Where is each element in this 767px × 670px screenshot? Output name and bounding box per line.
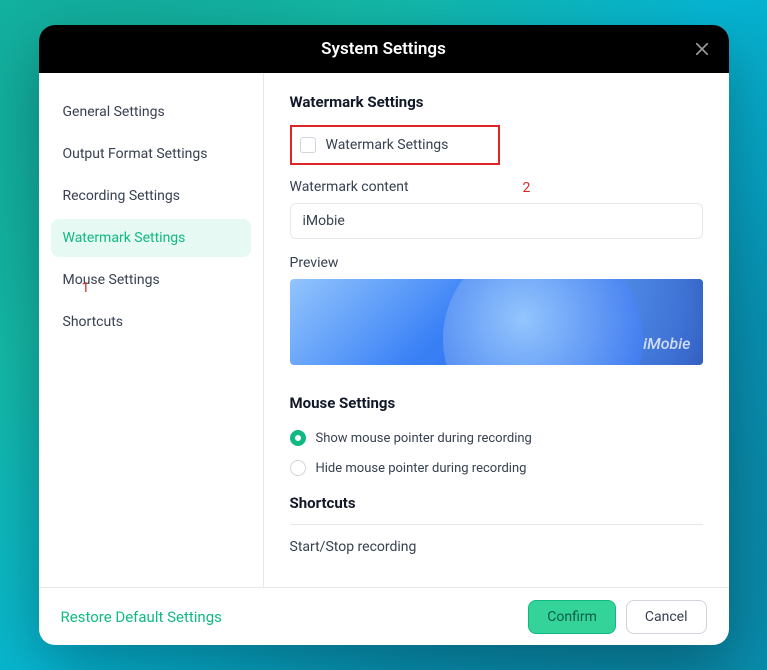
annotation-1: 1 — [82, 280, 90, 296]
settings-dialog: System Settings General Settings Output … — [39, 25, 729, 645]
footer-buttons: Confirm Cancel — [528, 600, 706, 634]
mouse-option-hide[interactable]: Hide mouse pointer during recording — [290, 460, 703, 476]
watermark-content-input[interactable] — [290, 203, 703, 239]
sidebar-item-mouse[interactable]: Mouse Settings — [51, 261, 251, 299]
shortcuts-section-title: Shortcuts — [290, 494, 703, 525]
preview-label: Preview — [290, 255, 703, 271]
restore-defaults-link[interactable]: Restore Default Settings — [61, 608, 222, 626]
mouse-section: Mouse Settings Show mouse pointer during… — [290, 393, 703, 476]
cancel-button[interactable]: Cancel — [626, 600, 707, 634]
sidebar-item-recording[interactable]: Recording Settings — [51, 177, 251, 215]
dialog-body: General Settings Output Format Settings … — [39, 73, 729, 587]
mouse-option-show[interactable]: Show mouse pointer during recording — [290, 430, 703, 446]
watermark-toggle-box[interactable]: Watermark Settings — [290, 125, 500, 165]
annotation-2: 2 — [523, 180, 531, 196]
close-icon[interactable] — [693, 40, 711, 58]
sidebar-item-watermark[interactable]: Watermark Settings — [51, 219, 251, 257]
confirm-button[interactable]: Confirm — [528, 600, 616, 634]
sidebar-item-general[interactable]: General Settings — [51, 93, 251, 131]
title-bar: System Settings — [39, 25, 729, 73]
sidebar: General Settings Output Format Settings … — [39, 73, 264, 587]
radio-icon[interactable] — [290, 430, 306, 446]
preview-watermark-text: iMobie — [643, 334, 690, 353]
radio-label: Hide mouse pointer during recording — [316, 461, 527, 476]
dialog-title: System Settings — [321, 39, 446, 59]
sidebar-item-shortcuts[interactable]: Shortcuts — [51, 303, 251, 341]
mouse-section-title: Mouse Settings — [290, 394, 703, 412]
radio-icon[interactable] — [290, 460, 306, 476]
radio-label: Show mouse pointer during recording — [316, 431, 532, 446]
watermark-checkbox[interactable] — [300, 137, 316, 153]
watermark-checkbox-label: Watermark Settings — [326, 137, 449, 153]
watermark-content-label: Watermark content — [290, 179, 703, 195]
watermark-section-title: Watermark Settings — [290, 93, 703, 111]
shortcut-start-stop: Start/Stop recording — [290, 539, 703, 555]
sidebar-item-output-format[interactable]: Output Format Settings — [51, 135, 251, 173]
content-area: Watermark Settings Watermark Settings Wa… — [264, 73, 729, 587]
dialog-footer: Restore Default Settings Confirm Cancel — [39, 587, 729, 645]
preview-image: iMobie — [290, 279, 703, 365]
shortcuts-section: Shortcuts Start/Stop recording — [290, 494, 703, 555]
